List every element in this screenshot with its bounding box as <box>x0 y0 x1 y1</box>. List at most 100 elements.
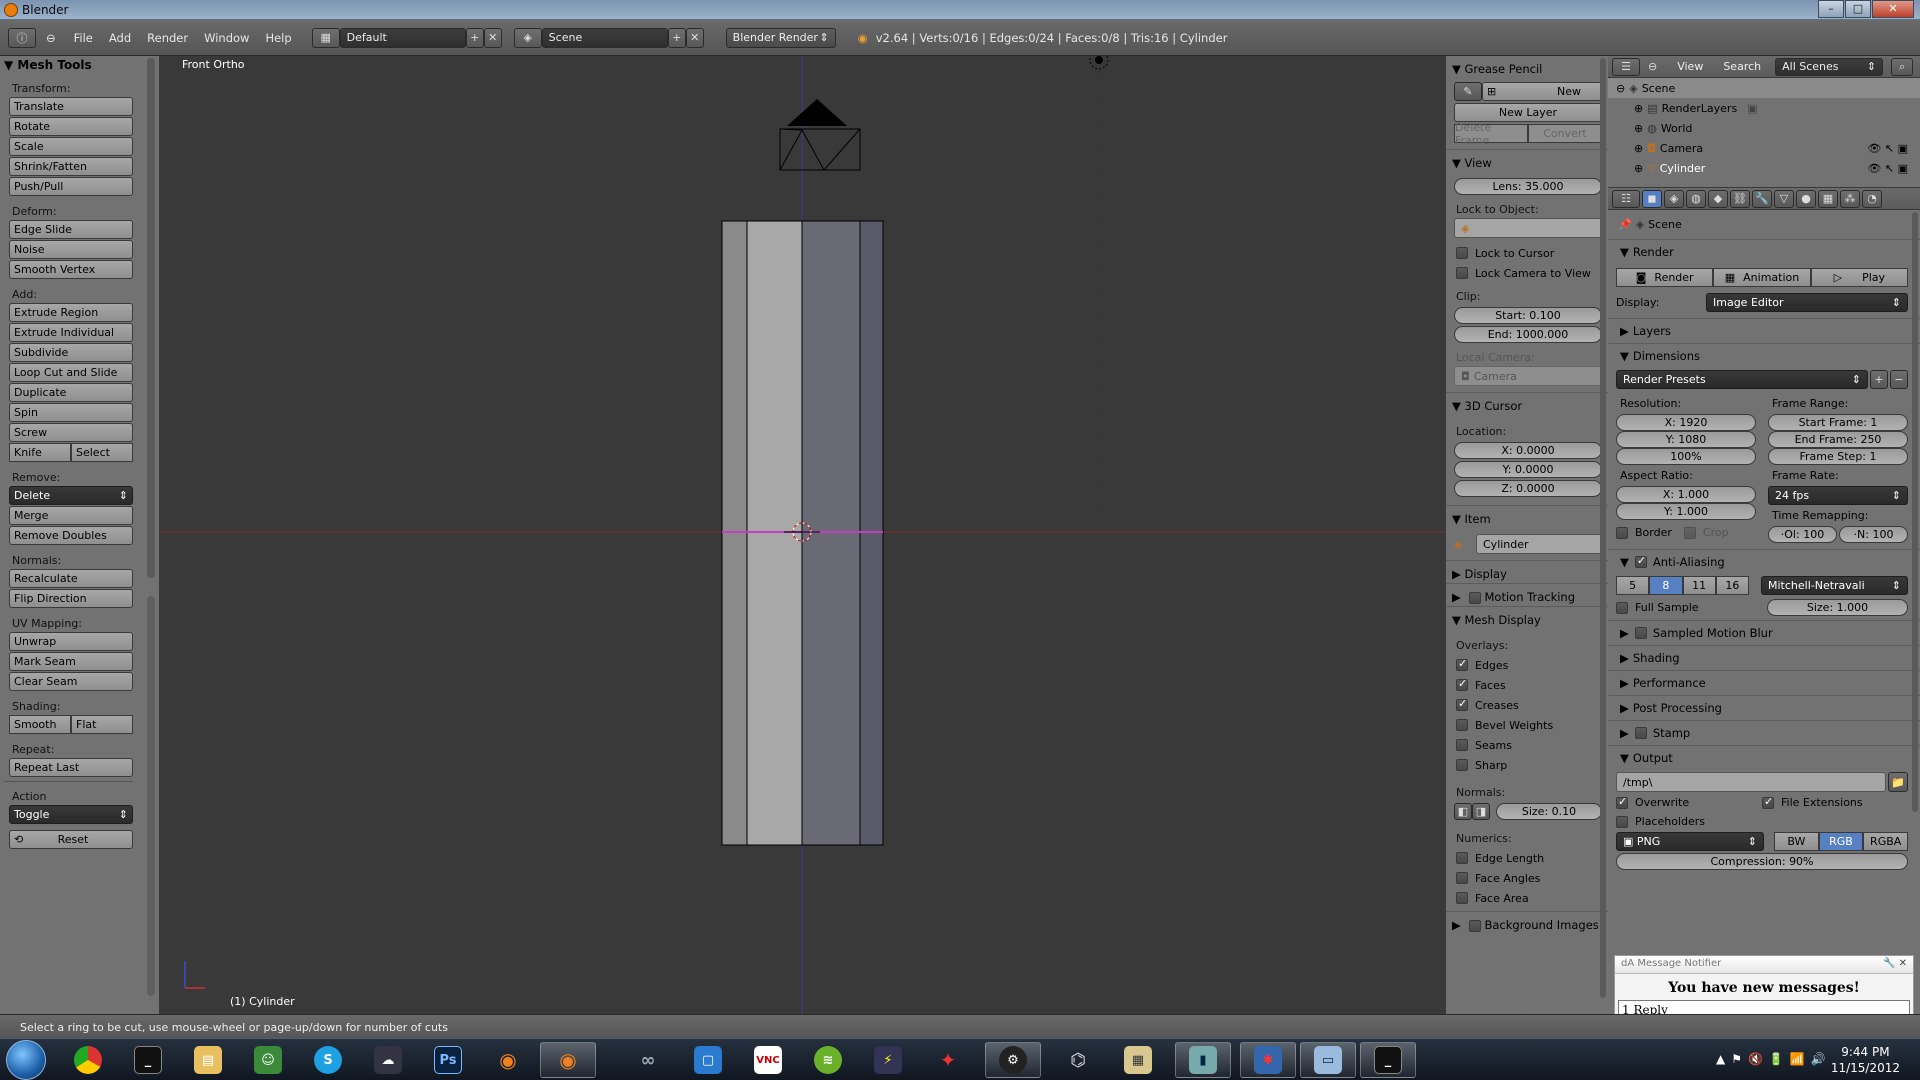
face-normal-icon[interactable]: ◨ <box>1472 803 1490 820</box>
blender-active-taskbar-icon[interactable]: ◉ <box>540 1042 596 1078</box>
outliner-collapse-icon[interactable]: ⊖ <box>1648 60 1657 73</box>
play-button[interactable]: ▷ Play <box>1810 268 1908 287</box>
overlay-seams-checkbox[interactable]: Seams <box>1456 736 1598 754</box>
output-path-field[interactable]: /tmp\ <box>1616 772 1886 792</box>
knife-select-button[interactable]: Select <box>71 443 133 462</box>
shrink-fatten-button[interactable]: Shrink/Fatten <box>9 157 133 176</box>
motion-blur-header[interactable]: ▶ Sampled Motion Blur <box>1608 620 1920 645</box>
outliner-filter-select[interactable]: All Scenes ⇕ <box>1775 57 1884 76</box>
texture-tab-icon[interactable]: ▦ <box>1818 189 1838 208</box>
placeholders-checkbox[interactable] <box>1616 815 1628 828</box>
lock-camera-checkbox[interactable]: Lock Camera to View <box>1456 264 1598 282</box>
menu-window[interactable]: Window <box>196 31 257 45</box>
outliner-row-cylinder[interactable]: ⊕ ▽ Cylinder 👁 ↖ ▣ <box>1608 158 1920 178</box>
scene-icon[interactable]: ◈ <box>513 27 542 48</box>
3d-cursor-header[interactable]: ▼ 3D Cursor <box>1446 392 1608 415</box>
people-taskbar-icon[interactable]: ☺ <box>240 1042 296 1078</box>
anti-aliasing-checkbox[interactable] <box>1634 554 1647 568</box>
knife-button[interactable]: Knife <box>9 443 71 462</box>
cylinder-visibility-icons[interactable]: 👁 ↖ ▣ <box>1867 162 1908 175</box>
properties-editor-icon[interactable]: ☷ <box>1612 189 1640 208</box>
full-sample-checkbox[interactable] <box>1616 601 1628 614</box>
outliner-editor-icon[interactable]: ☰ <box>1612 57 1640 76</box>
resolution-y-field[interactable]: Y: 1080 <box>1616 431 1756 448</box>
aa-samples-16[interactable]: 16 <box>1715 576 1749 595</box>
add-layout-icon[interactable]: + <box>465 27 484 48</box>
utility-taskbar-icon[interactable]: ⌬ <box>1050 1042 1106 1078</box>
minimize-button[interactable]: – <box>1818 0 1844 18</box>
pin-icon[interactable]: 📌 <box>1618 218 1632 231</box>
lock-to-cursor-checkbox[interactable]: Lock to Cursor <box>1456 244 1598 262</box>
item-header[interactable]: ▼ Item <box>1446 505 1608 528</box>
screen-layout-icon[interactable]: ▦ <box>311 27 340 48</box>
taskbar-clock[interactable]: 9:44 PM 11/15/2012 <box>1831 1044 1900 1076</box>
network-tool-taskbar-icon[interactable]: ⚡ <box>860 1042 916 1078</box>
calculator-taskbar-icon[interactable]: ▦ <box>1110 1042 1166 1078</box>
outliner-row-camera[interactable]: ⊕ ◘ Camera 👁 ↖ ▣ <box>1608 138 1920 158</box>
data-tab-icon[interactable]: ▽ <box>1774 189 1794 208</box>
overlay-sharp-checkbox[interactable]: Sharp <box>1456 756 1598 774</box>
cursor-z-field[interactable]: Z: 0.0000 <box>1454 480 1602 497</box>
close-window-button[interactable]: ✕ <box>1872 0 1914 18</box>
time-old-field[interactable]: ·Ol: 100 <box>1768 526 1837 543</box>
aa-samples-5[interactable]: 5 <box>1616 576 1650 595</box>
render-button[interactable]: ◙ Render <box>1616 268 1714 287</box>
anti-aliasing-header[interactable]: ▼ Anti-Aliasing <box>1608 549 1920 574</box>
aa-samples-8[interactable]: 8 <box>1649 576 1683 595</box>
delete-select[interactable]: Delete ⇕ <box>9 486 133 505</box>
mark-seam-button[interactable]: Mark Seam <box>9 652 133 671</box>
blender-taskbar-icon[interactable]: ◉ <box>480 1042 536 1078</box>
render-presets-select[interactable]: Render Presets ⇕ <box>1616 370 1868 389</box>
collapse-menu-icon[interactable]: ⊖ <box>46 31 56 45</box>
scene-tab-icon[interactable]: ◈ <box>1664 189 1684 208</box>
cursor-x-field[interactable]: X: 0.0000 <box>1454 442 1602 459</box>
remove-layout-icon[interactable]: ✕ <box>483 27 502 48</box>
scale-button[interactable]: Scale <box>9 137 133 156</box>
world-tab-icon[interactable]: ◍ <box>1686 189 1706 208</box>
smooth-vertex-button[interactable]: Smooth Vertex <box>9 260 133 279</box>
tool-shelf-scrollbar-lower[interactable] <box>147 596 155 996</box>
mesh-display-header[interactable]: ▼ Mesh Display <box>1446 606 1608 629</box>
face-area-checkbox[interactable]: Face Area <box>1456 889 1598 907</box>
layers-header[interactable]: ▶ Layers <box>1608 318 1920 343</box>
grease-new-button[interactable]: ⊞ New <box>1482 82 1602 101</box>
lens-field[interactable]: Lens: 35.000 <box>1454 178 1602 195</box>
vertex-normal-icon[interactable]: ◧ <box>1454 803 1472 820</box>
outliner-row-renderlayers[interactable]: ⊕ ▤ RenderLayers ▣ <box>1608 98 1920 118</box>
overwrite-checkbox[interactable] <box>1616 795 1628 809</box>
render-tab-icon[interactable]: ◼ <box>1642 189 1662 208</box>
compression-field[interactable]: Compression: 90% <box>1616 853 1908 870</box>
shade-smooth-button[interactable]: Smooth <box>9 715 71 734</box>
file-extensions-checkbox[interactable] <box>1762 795 1774 809</box>
screen-layout-field[interactable]: Default <box>339 27 466 48</box>
face-angles-checkbox[interactable]: Face Angles <box>1456 869 1598 887</box>
shading-header[interactable]: ▶ Shading <box>1608 645 1920 670</box>
infinity-taskbar-icon[interactable]: ∞ <box>620 1042 676 1078</box>
overlay-edges-checkbox[interactable]: Edges <box>1456 656 1598 674</box>
viewport-canvas[interactable] <box>160 56 1445 1014</box>
remove-scene-icon[interactable]: ✕ <box>685 27 704 48</box>
physics-tab-icon[interactable]: ◔ <box>1862 189 1882 208</box>
extrude-individual-button[interactable]: Extrude Individual <box>9 323 133 342</box>
spin-button[interactable]: Spin <box>9 403 133 422</box>
reset-button[interactable]: ⟲ Reset <box>9 830 133 849</box>
menu-add[interactable]: Add <box>101 31 139 45</box>
cmd-taskbar-icon[interactable]: _ <box>120 1042 176 1078</box>
outliner-search-icon[interactable]: ⌕ <box>1891 57 1914 76</box>
item-name-field[interactable]: Cylinder <box>1476 534 1602 554</box>
object-tab-icon[interactable]: ◆ <box>1708 189 1728 208</box>
push-pull-button[interactable]: Push/Pull <box>9 177 133 196</box>
dimensions-header[interactable]: ▼ Dimensions <box>1608 343 1920 368</box>
messenger-taskbar-icon[interactable]: ☁ <box>360 1042 416 1078</box>
particles-tab-icon[interactable]: ⁂ <box>1840 189 1860 208</box>
shade-flat-button[interactable]: Flat <box>71 715 133 734</box>
performance-header[interactable]: ▶ Performance <box>1608 670 1920 695</box>
local-camera-field[interactable]: ◘ Camera <box>1454 366 1602 386</box>
pencil-icon[interactable]: ✎ <box>1454 82 1482 101</box>
steam-taskbar-icon[interactable]: ⚙ <box>985 1042 1041 1078</box>
translate-button[interactable]: Translate <box>9 97 133 116</box>
resolution-x-field[interactable]: X: 1920 <box>1616 414 1756 431</box>
overlay-bevel-checkbox[interactable]: Bevel Weights <box>1456 716 1598 734</box>
view-header[interactable]: ▼ View <box>1446 149 1608 172</box>
3d-viewport[interactable]: Front Ortho (1) Cylinder <box>160 56 1445 1014</box>
